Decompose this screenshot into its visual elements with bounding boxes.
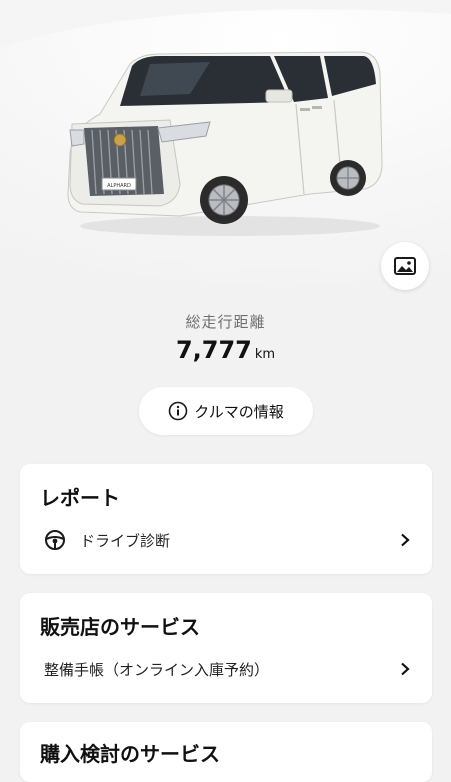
- report-card: レポート ドライブ診断: [20, 464, 432, 574]
- dealer-services-card-title: 販売店のサービス: [40, 615, 200, 639]
- car-image: ALPHARD: [67, 51, 383, 236]
- maintenance-notebook-item[interactable]: 整備手帳（オンライン入庫予約）: [20, 649, 432, 689]
- total-mileage-value: 7,777 km: [0, 336, 451, 364]
- drive-diagnosis-item[interactable]: ドライブ診断: [20, 520, 432, 560]
- drive-diagnosis-label: ドライブ診断: [80, 531, 171, 550]
- maintenance-notebook-label: 整備手帳（オンライン入庫予約）: [44, 660, 270, 679]
- chevron-right-icon: [401, 533, 410, 547]
- report-card-title: レポート: [40, 486, 120, 510]
- steering-wheel-icon: [45, 530, 65, 550]
- image-icon: [394, 257, 416, 275]
- purchase-consideration-card: 購入検討のサービス: [20, 722, 432, 782]
- mileage-unit: km: [254, 347, 276, 362]
- info-icon: [168, 401, 188, 421]
- mileage-number: 7,777: [175, 336, 252, 364]
- chevron-right-icon: [401, 662, 410, 676]
- dealer-services-card: 販売店のサービス 整備手帳（オンライン入庫予約）: [20, 593, 432, 703]
- change-photo-button[interactable]: [381, 242, 429, 290]
- purchase-consideration-card-title: 購入検討のサービス: [40, 742, 220, 766]
- car-info-button-label: クルマの情報: [194, 402, 284, 421]
- svg-text:ALPHARD: ALPHARD: [107, 183, 131, 189]
- total-mileage-label: 総走行距離: [185, 313, 266, 331]
- car-info-button[interactable]: クルマの情報: [139, 387, 313, 435]
